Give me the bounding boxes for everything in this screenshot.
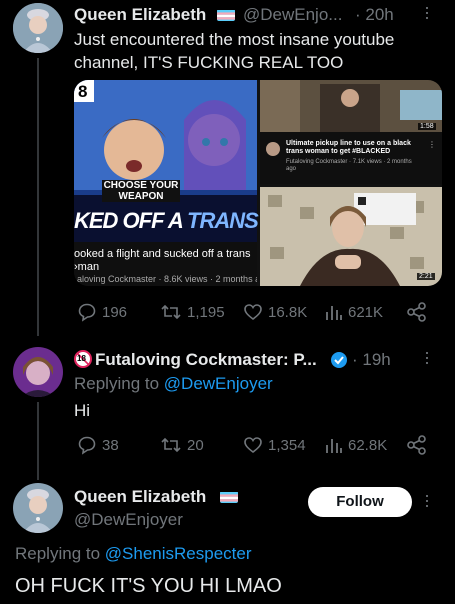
author-name[interactable]: Futaloving Cockmaster: P... bbox=[95, 350, 317, 370]
media-left[interactable]: 8 CHOOSE YOUR WEAPON KED OFF A TRANS WO … bbox=[74, 80, 300, 286]
like-count: 1,354 bbox=[268, 436, 306, 454]
timestamp[interactable]: · 19h bbox=[352, 350, 391, 370]
replying-prefix: Replying to bbox=[74, 374, 164, 393]
age-badge-text: 18 bbox=[77, 354, 86, 363]
author-handle[interactable]: @DewEnjoyer bbox=[74, 510, 183, 530]
more-icon[interactable]: ··· bbox=[418, 493, 438, 508]
replying-handle[interactable]: @ShenisRespecter bbox=[105, 544, 252, 563]
media-right-top[interactable]: 1:58 Ultimate pickup line to use on a bl… bbox=[260, 80, 442, 184]
views-icon bbox=[326, 439, 342, 453]
like-button[interactable]: 16.8K bbox=[243, 302, 307, 322]
views-button[interactable]: 621K bbox=[325, 302, 383, 322]
trans-flag-icon bbox=[217, 9, 235, 21]
timestamp[interactable]: · 20h bbox=[355, 5, 394, 25]
more-icon[interactable]: ⋮ bbox=[428, 140, 436, 149]
like-count: 16.8K bbox=[268, 303, 308, 321]
avatar[interactable] bbox=[13, 3, 63, 53]
video-title: ooked a flight and sucked off a trans ›m… bbox=[74, 248, 251, 273]
duration-badge: 1:58 bbox=[418, 123, 436, 130]
reply-count: 196 bbox=[102, 303, 128, 321]
thread-line bbox=[37, 58, 39, 336]
video-meta: Futaloving Cockmaster · 7.1K views · 2 m… bbox=[286, 159, 412, 172]
thumb-badge: 8 bbox=[78, 82, 88, 101]
replying-prefix: Replying to bbox=[15, 544, 105, 563]
video-meta: ·aloving Cockmaster · 8.6K views · 2 mon… bbox=[74, 274, 257, 284]
views-button[interactable]: 62.8K bbox=[325, 435, 387, 455]
views-icon bbox=[326, 306, 342, 320]
right-bottom-thumbnail bbox=[260, 187, 442, 286]
follow-button[interactable]: Follow bbox=[308, 487, 412, 517]
view-count: 621K bbox=[348, 303, 384, 321]
duration-badge: 2:21 bbox=[417, 273, 435, 280]
author-name[interactable]: Queen Elizabeth bbox=[74, 487, 206, 507]
repost-icon bbox=[161, 437, 181, 453]
author-handle[interactable]: @DewEnjo... bbox=[243, 5, 342, 25]
heart-icon bbox=[244, 437, 262, 454]
thumb-headline-white: KED OFF A bbox=[74, 208, 188, 233]
channel-avatar bbox=[266, 142, 280, 156]
tweet-text: OH FUCK IT'S YOU HI LMAO bbox=[15, 575, 282, 597]
media-right-bottom[interactable]: 2:21 bbox=[260, 187, 442, 286]
more-icon[interactable]: ··· bbox=[418, 350, 438, 365]
replying-to: Replying to @DewEnjoyer bbox=[74, 374, 273, 394]
trans-flag-icon bbox=[220, 491, 238, 503]
tweet-text: Hi bbox=[74, 401, 91, 420]
reply-button[interactable]: 196 bbox=[77, 302, 127, 322]
like-button[interactable]: 1,354 bbox=[243, 435, 306, 455]
repost-button[interactable]: 20 bbox=[160, 435, 204, 455]
right-top-thumbnail bbox=[260, 80, 442, 132]
share-icon[interactable] bbox=[406, 435, 428, 455]
more-icon[interactable]: ··· bbox=[418, 5, 438, 20]
verified-icon bbox=[331, 352, 347, 368]
thumb-small-text: CHOOSE YOUR WEAPON bbox=[102, 180, 180, 202]
media-grid[interactable]: 8 CHOOSE YOUR WEAPON KED OFF A TRANS WO … bbox=[74, 80, 442, 286]
author-name[interactable]: Queen Elizabeth bbox=[74, 5, 206, 25]
repost-count: 1,195 bbox=[187, 303, 225, 321]
replying-to: Replying to @ShenisRespecter bbox=[15, 544, 252, 564]
thread-line bbox=[37, 402, 39, 480]
avatar[interactable] bbox=[13, 347, 63, 397]
reply-icon bbox=[78, 436, 96, 455]
repost-icon bbox=[161, 304, 181, 320]
reply-button[interactable]: 38 bbox=[77, 435, 119, 455]
repost-count: 20 bbox=[187, 436, 204, 454]
tweet-text: Just encountered the most insane youtube… bbox=[74, 30, 395, 72]
avatar[interactable] bbox=[13, 483, 63, 533]
view-count: 62.8K bbox=[348, 436, 388, 454]
share-icon[interactable] bbox=[406, 302, 428, 322]
heart-icon bbox=[244, 304, 262, 321]
video-title: Ultimate pickup line to use on a black t… bbox=[286, 140, 411, 155]
replying-handle[interactable]: @DewEnjoyer bbox=[164, 374, 273, 393]
reply-icon bbox=[78, 303, 96, 322]
repost-button[interactable]: 1,195 bbox=[160, 302, 225, 322]
reply-count: 38 bbox=[102, 436, 119, 454]
